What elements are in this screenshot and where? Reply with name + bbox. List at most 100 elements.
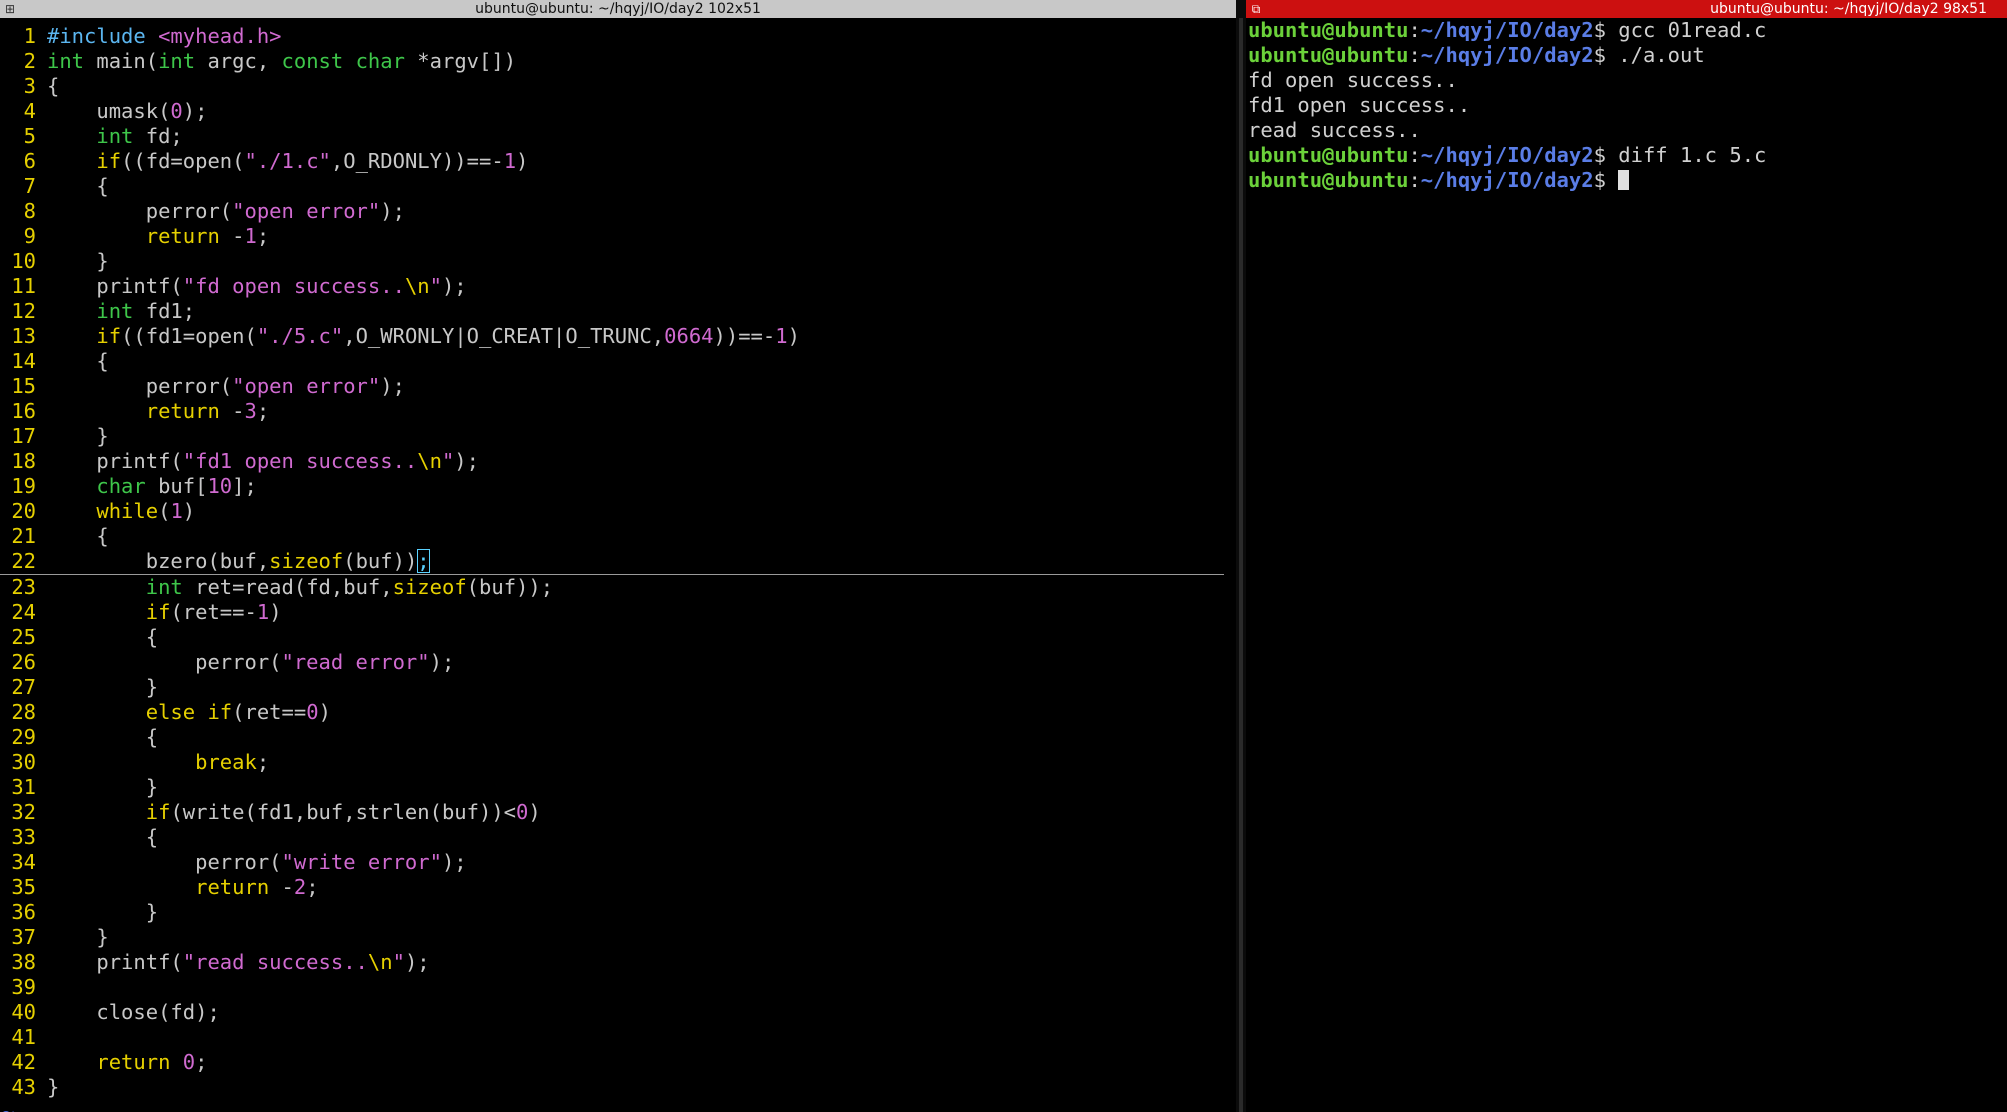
text-cursor: [1618, 170, 1630, 190]
code-line[interactable]: 30 break;: [0, 750, 1236, 775]
code-line[interactable]: 6 if((fd=open("./1.c",O_RDONLY))==-1): [0, 149, 1236, 174]
line-number: 26: [11, 650, 36, 674]
code-line[interactable]: 22 bzero(buf,sizeof(buf));: [0, 549, 1224, 575]
code-line[interactable]: 12 int fd1;: [0, 299, 1236, 324]
line-number: 23: [11, 575, 36, 599]
code-line[interactable]: 21 {: [0, 524, 1236, 549]
code-line[interactable]: 31 }: [0, 775, 1236, 800]
right-terminal-titlebar[interactable]: ⧉ ubuntu@ubuntu: ~/hqyj/IO/day2 98x51: [1246, 0, 2007, 18]
code-token: 1: [170, 499, 183, 523]
code-token: return: [145, 224, 220, 248]
code-line[interactable]: 14 {: [0, 349, 1236, 374]
code-line[interactable]: 35 return -2;: [0, 875, 1236, 900]
shell-output[interactable]: ubuntu@ubuntu:~/hqyj/IO/day2$ gcc 01read…: [1246, 18, 2007, 193]
code-line[interactable]: 11 printf("fd open success..\n");: [0, 274, 1236, 299]
code-token: (buf));: [466, 575, 554, 599]
code-token: *argv[]): [404, 49, 517, 73]
prompt-symbol: $: [1593, 43, 1619, 67]
code-token: 1: [244, 224, 257, 248]
code-line[interactable]: 20 while(1): [0, 499, 1236, 524]
line-number: 41: [11, 1025, 36, 1049]
line-number: 24: [11, 600, 36, 624]
prompt-symbol: $: [1593, 168, 1619, 192]
code-line[interactable]: 38 printf("read success..\n");: [0, 950, 1236, 975]
line-number: 10: [11, 249, 36, 273]
code-line[interactable]: 2 int main(int argc, const char *argv[]): [0, 49, 1236, 74]
code-line[interactable]: 43}: [0, 1075, 1236, 1100]
pane-divider[interactable]: [1236, 0, 1246, 1112]
code-line[interactable]: 15 perror("open error");: [0, 374, 1236, 399]
code-line[interactable]: 41: [0, 1025, 1236, 1050]
prompt-separator: :: [1408, 18, 1421, 42]
line-number: 18: [11, 449, 36, 473]
line-number: 28: [11, 700, 36, 724]
code-line[interactable]: 36 }: [0, 900, 1236, 925]
line-number: 9: [23, 224, 36, 248]
code-line[interactable]: 9 return -1;: [0, 224, 1236, 249]
code-line[interactable]: 23 int ret=read(fd,buf,sizeof(buf));: [0, 575, 1236, 600]
code-line[interactable]: 19 char buf[10];: [0, 474, 1236, 499]
code-token: {: [47, 349, 109, 373]
code-token: {: [47, 524, 109, 548]
code-token: ret=read(fd,buf,: [182, 575, 393, 599]
code-token: (ret==-: [170, 600, 257, 624]
code-line[interactable]: 28 else if(ret==0): [0, 700, 1236, 725]
prompt-line: ubuntu@ubuntu:~/hqyj/IO/day2$ diff 1.c 5…: [1248, 143, 2007, 168]
code-token: );: [441, 274, 467, 298]
code-line[interactable]: 7 {: [0, 174, 1236, 199]
code-token: ): [269, 600, 282, 624]
code-line[interactable]: 34 perror("write error");: [0, 850, 1236, 875]
code-token: {: [47, 825, 159, 849]
code-line[interactable]: 1 #include <myhead.h>: [0, 24, 1236, 49]
code-line[interactable]: 18 printf("fd1 open success..\n");: [0, 449, 1236, 474]
code-token: umask(: [47, 99, 171, 123]
code-line[interactable]: 33 {: [0, 825, 1236, 850]
code-line[interactable]: 5 int fd;: [0, 124, 1236, 149]
code-line[interactable]: 40 close(fd);: [0, 1000, 1236, 1025]
line-number: 38: [11, 950, 36, 974]
code-token: if: [207, 700, 233, 724]
output-text: fd1 open success..: [1248, 93, 1471, 117]
code-line[interactable]: 4 umask(0);: [0, 99, 1236, 124]
line-number: 30: [11, 750, 36, 774]
code-token: return: [195, 875, 270, 899]
output-text: fd open success..: [1248, 68, 1458, 92]
vim-editor[interactable]: 1 #include <myhead.h> 2 int main(int argc, …: [0, 18, 1236, 1112]
code-line[interactable]: 26 perror("read error");: [0, 650, 1236, 675]
code-line[interactable]: 3{: [0, 74, 1236, 99]
line-number: 40: [11, 1000, 36, 1024]
code-line[interactable]: 37 }: [0, 925, 1236, 950]
line-number: 14: [11, 349, 36, 373]
code-line[interactable]: 8 perror("open error");: [0, 199, 1236, 224]
code-line[interactable]: 10 }: [0, 249, 1236, 274]
code-token: -: [219, 399, 245, 423]
code-token: fd;: [133, 124, 183, 148]
code-line[interactable]: 24 if(ret==-1): [0, 600, 1236, 625]
code-line[interactable]: 25 {: [0, 625, 1236, 650]
right-terminal[interactable]: ⧉ ubuntu@ubuntu: ~/hqyj/IO/day2 98x51 ub…: [1246, 0, 2007, 1112]
line-number: 31: [11, 775, 36, 799]
code-line[interactable]: 29 {: [0, 725, 1236, 750]
left-terminal[interactable]: ⊞ ubuntu@ubuntu: ~/hqyj/IO/day2 102x51 1…: [0, 0, 1236, 1112]
code-token: 0: [182, 1050, 196, 1074]
code-line[interactable]: 39: [0, 975, 1236, 1000]
left-terminal-titlebar[interactable]: ⊞ ubuntu@ubuntu: ~/hqyj/IO/day2 102x51: [0, 0, 1236, 18]
line-number: 29: [11, 725, 36, 749]
code-line[interactable]: 16 return -3;: [0, 399, 1236, 424]
code-line[interactable]: 13 if((fd1=open("./5.c",O_WRONLY|O_CREAT…: [0, 324, 1236, 349]
code-line[interactable]: 17 }: [0, 424, 1236, 449]
code-line[interactable]: 27 }: [0, 675, 1236, 700]
code-line[interactable]: 42 return 0;: [0, 1050, 1236, 1075]
code-token: );: [454, 449, 479, 473]
code-token: ;: [306, 875, 319, 899]
code-line[interactable]: 32 if(write(fd1,buf,strlen(buf))<0): [0, 800, 1236, 825]
code-token: perror(: [47, 850, 282, 874]
code-token: "write error": [281, 850, 442, 874]
prompt-symbol: $: [1593, 18, 1619, 42]
code-token: perror(: [47, 374, 233, 398]
